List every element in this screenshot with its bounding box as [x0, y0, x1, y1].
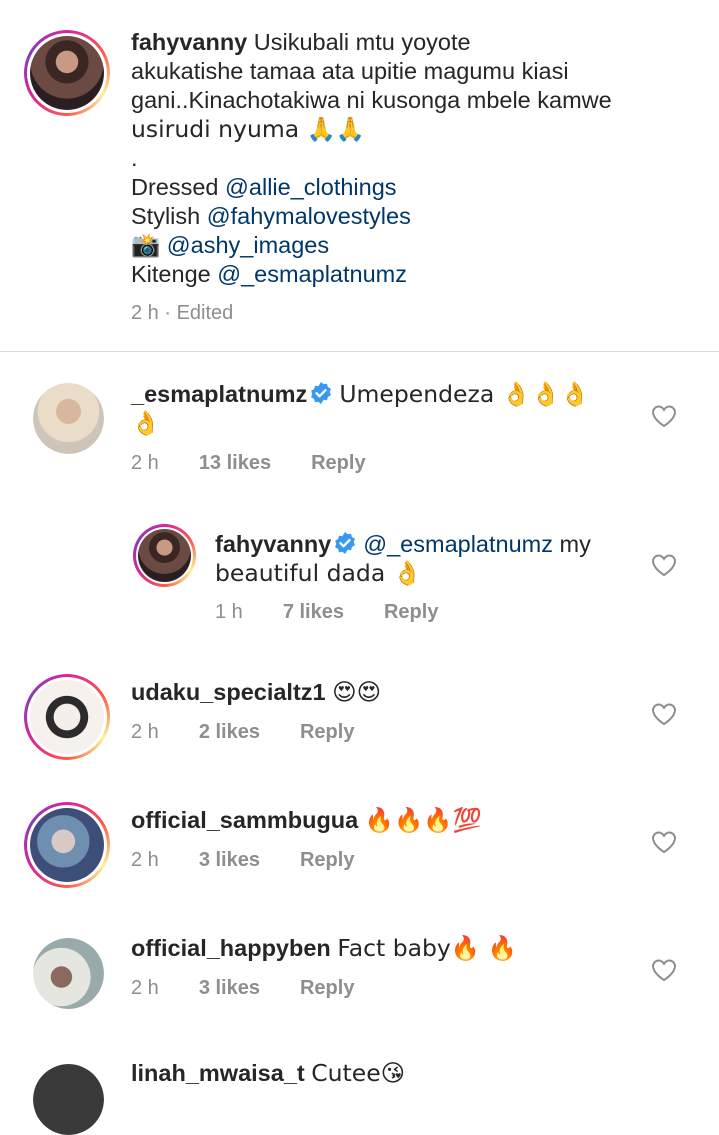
kitenge-label: Kitenge	[131, 261, 211, 287]
reply-button[interactable]: Reply	[300, 849, 354, 872]
reply-body-cont: beautiful dada 👌	[215, 559, 422, 587]
avatar	[30, 680, 104, 754]
comment-avatar[interactable]	[24, 802, 110, 888]
caption-meta: 2 h · Edited	[131, 302, 233, 325]
comment-meta: 2 h 2 likes Reply	[131, 721, 354, 744]
comment-meta: 2 h 3 likes Reply	[131, 977, 354, 1000]
divider	[0, 351, 719, 352]
reply-username[interactable]: fahyvanny	[215, 531, 331, 557]
comment-username[interactable]: official_sammbugua	[131, 807, 358, 833]
comment-time: 2 h	[131, 977, 159, 999]
caption-line1: Usikubali mtu yoyote	[253, 29, 471, 55]
comment-avatar[interactable]	[33, 383, 104, 454]
heart-icon[interactable]	[651, 404, 677, 428]
stylish-label: Stylish	[131, 203, 201, 229]
avatar	[33, 938, 104, 1009]
comment-body: 🔥🔥🔥💯	[364, 806, 482, 834]
comment-avatar[interactable]	[33, 1064, 104, 1135]
reply-time: 1 h	[215, 601, 243, 623]
comment-username[interactable]: udaku_specialtz1	[131, 679, 326, 705]
avatar	[33, 1064, 104, 1135]
likes-count[interactable]: 3 likes	[199, 849, 260, 872]
avatar	[30, 808, 104, 882]
comment-meta: 2 h 13 likes Reply	[131, 452, 366, 475]
reply-avatar[interactable]	[133, 524, 196, 587]
reply-button[interactable]: Reply	[300, 721, 354, 744]
comment-avatar[interactable]	[33, 938, 104, 1009]
comment-text: official_happyben Fact baby🔥 🔥	[131, 934, 601, 963]
reply-text: fahyvanny @_esmaplatnumz my beautiful dad…	[215, 530, 635, 588]
verified-icon	[335, 532, 356, 554]
reply-mention[interactable]: @_esmaplatnumz	[363, 531, 553, 557]
heart-icon[interactable]	[651, 958, 677, 982]
comment-body: Umependeza 👌👌👌	[339, 380, 590, 408]
avatar	[30, 36, 104, 110]
dressed-mention[interactable]: @allie_clothings	[225, 174, 396, 200]
caption-avatar[interactable]	[24, 30, 110, 116]
caption-username[interactable]: fahyvanny	[131, 29, 247, 55]
separator-dot: ·	[158, 302, 177, 324]
comment-text: udaku_specialtz1 😍😍	[131, 678, 601, 707]
likes-count[interactable]: 2 likes	[199, 721, 260, 744]
comment-body: Fact baby🔥 🔥	[337, 934, 517, 962]
photo-mention[interactable]: @ashy_images	[167, 232, 329, 258]
comment-username[interactable]: linah_mwaisa_t	[131, 1060, 305, 1086]
comment-username[interactable]: official_happyben	[131, 935, 331, 961]
likes-count[interactable]: 3 likes	[199, 977, 260, 1000]
comment-body: Cutee😘	[311, 1059, 406, 1087]
comment-text: official_sammbugua 🔥🔥🔥💯	[131, 806, 601, 835]
comment-avatar[interactable]	[24, 674, 110, 760]
reply-button[interactable]: Reply	[300, 977, 354, 1000]
reply-button[interactable]: Reply	[311, 452, 365, 475]
reply-button[interactable]: Reply	[384, 601, 438, 624]
comment-body-cont: 👌	[131, 409, 161, 437]
comment-time: 2 h	[131, 849, 159, 871]
comment-username[interactable]: _esmaplatnumz	[131, 381, 307, 407]
avatar	[33, 383, 104, 454]
camera-icon: 📸	[131, 231, 161, 259]
heart-icon[interactable]	[651, 553, 677, 577]
caption-edited: Edited	[176, 302, 234, 324]
likes-count[interactable]: 13 likes	[199, 452, 271, 475]
comment-time: 2 h	[131, 721, 159, 743]
reply-meta: 1 h 7 likes Reply	[215, 601, 438, 624]
caption-line3: gani..Kinachotakiwa ni kusonga mbele kam…	[131, 87, 612, 113]
verified-icon	[311, 382, 332, 404]
comment-text: _esmaplatnumz Umependeza 👌👌👌 👌	[131, 380, 601, 438]
caption-time: 2 h	[131, 302, 159, 324]
comment-time: 2 h	[131, 452, 159, 474]
avatar	[138, 529, 191, 582]
caption-dot: .	[131, 145, 138, 171]
stylish-mention[interactable]: @fahymalovestyles	[207, 203, 411, 229]
reply-body: my	[553, 531, 591, 557]
caption-line2: akukatishe tamaa ata upitie magumu kiasi	[131, 58, 569, 84]
comment-text: linah_mwaisa_t Cutee😘	[131, 1059, 601, 1088]
comment-meta: 2 h 3 likes Reply	[131, 849, 354, 872]
likes-count[interactable]: 7 likes	[283, 601, 344, 624]
heart-icon[interactable]	[651, 702, 677, 726]
heart-icon[interactable]	[651, 830, 677, 854]
caption-line4: usirudi nyuma 🙏🙏	[131, 115, 366, 143]
kitenge-mention[interactable]: @_esmaplatnumz	[217, 261, 407, 287]
comment-body: 😍😍	[332, 678, 382, 706]
dressed-label: Dressed	[131, 174, 219, 200]
caption-text: fahyvanny Usikubali mtu yoyote akukatish…	[131, 28, 691, 289]
